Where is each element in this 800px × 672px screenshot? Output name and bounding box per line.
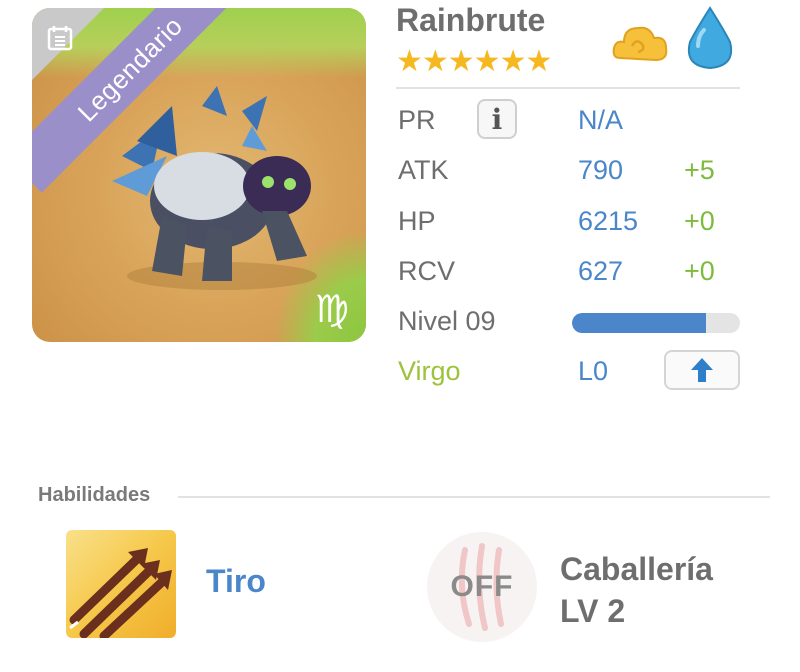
rcv-value: 627	[578, 256, 624, 286]
level-label: Nivel 09	[398, 306, 496, 336]
water-drop-icon	[688, 6, 732, 70]
skill-name-line2: LV 2	[560, 593, 626, 629]
rcv-bonus: +0	[684, 256, 715, 286]
upgrade-button[interactable]	[664, 350, 740, 390]
skills-divider	[178, 496, 770, 498]
caballeria-skill-icon[interactable]: OFF	[427, 532, 537, 642]
level-progress-fill	[572, 313, 707, 333]
hp-label: HP	[398, 206, 436, 236]
arrow-up-icon	[691, 358, 713, 382]
skills-heading: Habilidades	[38, 484, 151, 506]
rcv-label: RCV	[398, 256, 456, 286]
cloud-icon	[612, 26, 668, 62]
zodiac-label: Virgo	[398, 356, 461, 386]
pr-value: N/A	[578, 105, 624, 135]
virgo-icon: ♍	[314, 287, 350, 331]
skill-name-line1: Caballería	[560, 551, 713, 587]
hp-bonus: +0	[684, 206, 715, 236]
monster-name: Rainbrute	[396, 2, 546, 38]
atk-value: 790	[578, 155, 624, 185]
info-button[interactable]: i	[477, 99, 517, 139]
star-rating: ★★★★★★	[396, 44, 552, 79]
skill-name-tiro[interactable]: Tiro	[206, 563, 266, 600]
hp-value: 6215	[578, 206, 639, 236]
level-progress-bar	[572, 313, 740, 333]
atk-label: ATK	[398, 155, 449, 185]
calendar-icon	[47, 26, 73, 51]
tiro-skill-icon[interactable]	[66, 530, 176, 638]
skill-off-label: OFF	[450, 570, 514, 603]
monster-image	[112, 86, 317, 290]
info-icon: i	[491, 102, 503, 136]
header-divider	[396, 87, 740, 89]
monster-card[interactable]: Legendario ♍	[32, 8, 366, 342]
arrows-icon	[69, 548, 172, 638]
zodiac-value: L0	[578, 356, 609, 386]
skill-name-caballeria[interactable]: Caballería LV 2	[560, 548, 713, 632]
atk-bonus: +5	[684, 155, 715, 185]
pr-label: PR	[398, 105, 436, 135]
